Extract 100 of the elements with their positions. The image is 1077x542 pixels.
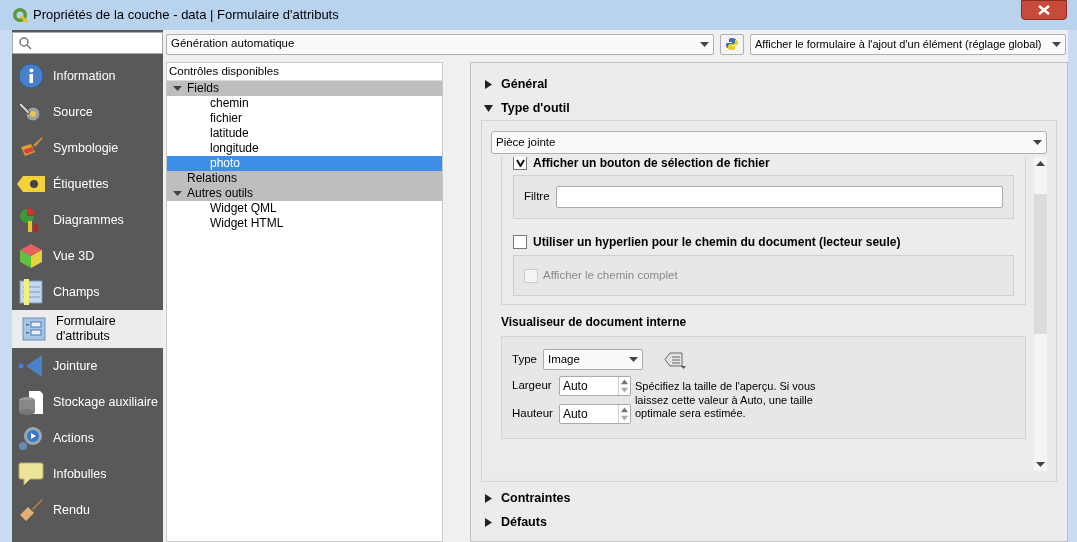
size-hint: Spécifiez la taille de l'aperçu. Si vous laissez cette valeur à Auto, une taille optimale sera estimée. (634, 380, 817, 421)
tree-item[interactable]: fichier (167, 111, 442, 126)
sidebar-label: Stockage auxiliaire (53, 394, 158, 410)
sidebar-label: Diagrammes (53, 212, 124, 228)
sidebar-label: Rendu (53, 502, 90, 518)
expand-caret-icon (172, 191, 182, 196)
expand-triangle-icon (484, 79, 493, 89)
checkbox-label: Afficher le chemin complet (543, 267, 678, 283)
checkbox-label: Afficher un bouton de sélection de fichier (533, 157, 770, 169)
label-tag-icon (17, 176, 45, 192)
sidebar-item[interactable]: Diagrammes (12, 202, 163, 238)
spin-value: Auto (561, 406, 589, 423)
expand-caret-icon (172, 86, 182, 91)
table-fields-icon (18, 279, 44, 305)
sidebar-label: Infobulles (53, 466, 107, 482)
scroll-down-icon (1036, 462, 1045, 467)
tree-item[interactable]: longitude (167, 141, 442, 156)
field-label: Hauteur (512, 406, 553, 422)
scroll-thumb[interactable] (1034, 194, 1047, 334)
sidebar-label: Source (53, 104, 93, 120)
filter-input[interactable] (555, 186, 1003, 208)
tree-item[interactable]: Widget HTML (167, 216, 442, 231)
checkbox[interactable] (513, 235, 527, 249)
database-icon (18, 389, 44, 415)
expand-triangle-icon (484, 493, 493, 503)
form-combo[interactable]: Afficher le formulaire à l'ajout d'un élément (réglage global) (750, 33, 1066, 55)
sidebar-label: Vue 3D (53, 248, 95, 264)
sidebar-item[interactable]: Rendu (12, 492, 163, 528)
cube-icon (18, 243, 44, 269)
python-button[interactable] (720, 33, 744, 55)
gear-play-icon (18, 425, 44, 451)
field-label: Largeur (512, 378, 552, 394)
sidebar-item[interactable]: Jointure (12, 348, 163, 384)
search-icon (19, 36, 32, 50)
sidebar-item[interactable]: Information (12, 58, 163, 94)
section-title: Défauts (501, 513, 547, 531)
spin-box[interactable]: Auto (558, 376, 631, 396)
close-button[interactable] (1021, 0, 1067, 20)
collapse-triangle-icon (484, 103, 493, 113)
checkbox-label: Utiliser un hyperlien pour le chemin du document (lecteur seule) (533, 234, 901, 251)
section-header[interactable]: Contraintes (481, 486, 1057, 510)
tree-label: Relations (187, 171, 238, 186)
sidebar-label: Formulaire d'attributs (56, 314, 117, 344)
tree-label: Fields (187, 81, 219, 96)
dropdown-caret-icon (1052, 41, 1061, 47)
viewer-type-combo[interactable]: Image (542, 349, 643, 370)
tree-group[interactable]: Autres outils (167, 186, 442, 201)
viewer-title: Visualiseur de document interne (501, 314, 688, 331)
checkbox[interactable] (513, 157, 527, 170)
field-label: Filtre (524, 189, 550, 205)
section-header[interactable]: Défauts (481, 510, 1057, 534)
tree-item[interactable]: latitude (167, 126, 442, 141)
brush-icon (18, 497, 44, 523)
tree-item[interactable]: chemin (167, 96, 442, 111)
sidebar-item[interactable]: Source (12, 94, 163, 130)
sidebar-label: Information (53, 68, 116, 84)
sidebar-label: Champs (53, 284, 100, 300)
sidebar-item[interactable]: Étiquettes (12, 166, 163, 202)
field-label: Type (512, 351, 537, 367)
search-field[interactable] (12, 32, 163, 54)
sidebar-item[interactable]: Formulaire d'attributs (12, 310, 163, 348)
check-icon (515, 159, 525, 167)
dropdown-caret-icon (1033, 140, 1042, 145)
tree-item[interactable]: Widget QML (167, 201, 442, 216)
tree-group[interactable]: Fields (167, 81, 442, 96)
combo-value: Génération automatique (171, 36, 296, 52)
form-icon (22, 317, 46, 341)
spin-arrows-icon (617, 405, 630, 423)
sidebar-item[interactable]: Stockage auxiliaire (12, 384, 163, 420)
sidebar-item[interactable]: Symbologie (12, 130, 163, 166)
layout-combo[interactable]: Génération automatique (166, 33, 714, 55)
expand-triangle-icon (484, 517, 493, 527)
sidebar-item[interactable]: Vue 3D (12, 238, 163, 274)
python-logo-icon (725, 37, 739, 51)
info-icon (18, 63, 44, 89)
close-icon (1038, 5, 1050, 15)
section-header[interactable]: Général (481, 72, 1057, 96)
combo-value: Pièce jointe (496, 134, 557, 150)
scroll-up-icon (1036, 161, 1045, 166)
spin-value: Auto (561, 378, 589, 395)
spin-box[interactable]: Auto (558, 404, 631, 424)
sidebar-item[interactable]: Champs (12, 274, 163, 310)
dropdown-caret-icon (700, 41, 709, 47)
sidebar-item[interactable]: Infobulles (12, 456, 163, 492)
sidebar-label: Jointure (53, 358, 98, 374)
tree-group[interactable]: Relations (167, 171, 442, 186)
section-title: Contraintes (501, 489, 571, 507)
app-logo-icon (12, 7, 28, 23)
dropdown-caret-icon (628, 357, 638, 362)
combo-value: Afficher le formulaire à l'ajout d'un élément (réglage global) (755, 36, 1043, 52)
widget-type-combo[interactable]: Pièce jointe (491, 131, 1047, 154)
combo-value: Image (547, 351, 581, 367)
section-title: Type d'outil (501, 99, 570, 117)
scrollbar[interactable] (1034, 157, 1047, 471)
join-arrow-icon (18, 353, 44, 379)
sidebar-label: Actions (53, 430, 94, 446)
sidebar-label: Étiquettes (53, 176, 109, 192)
speech-bubble-icon (18, 461, 44, 487)
sidebar-item[interactable]: Actions (12, 420, 163, 456)
section-header[interactable]: Type d'outil (481, 96, 1057, 120)
